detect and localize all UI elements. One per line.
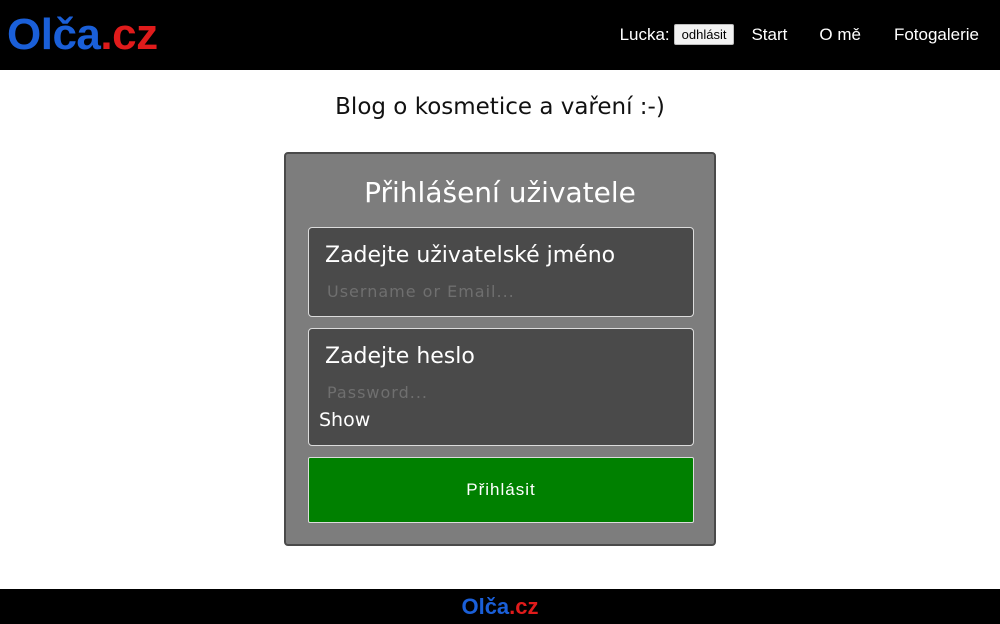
nav-start-link[interactable]: Start	[751, 25, 787, 45]
username-input[interactable]	[325, 278, 675, 304]
login-submit-button[interactable]: Přihlásit	[308, 457, 694, 523]
username-label: Zadejte uživatelské jméno	[325, 243, 616, 268]
site-tagline: Blog o kosmetice a vaření :-)	[335, 94, 665, 120]
password-field-box: Zadejte heslo Show	[308, 328, 694, 446]
footer: Olča.cz	[0, 589, 1000, 624]
top-navbar: Olča.cz Lucka: odhlásit Start O mě Fotog…	[0, 0, 1000, 70]
nav-about-link[interactable]: O mě	[819, 25, 861, 45]
logout-button[interactable]: odhlásit	[673, 24, 735, 45]
logo-name: Olča	[7, 10, 101, 59]
nav-gallery-link[interactable]: Fotogalerie	[894, 25, 979, 45]
site-logo[interactable]: Olča.cz	[7, 9, 158, 61]
logged-user-label: Lucka:	[619, 24, 670, 44]
logo-domain: .cz	[100, 10, 158, 59]
footer-logo-domain: .cz	[509, 594, 539, 619]
password-label: Zadejte heslo	[325, 344, 475, 369]
password-input[interactable]	[325, 379, 675, 405]
footer-logo[interactable]: Olča.cz	[461, 594, 538, 619]
username-field-box: Zadejte uživatelské jméno	[308, 227, 694, 317]
footer-logo-name: Olča	[461, 594, 510, 619]
login-panel: Přihlášení uživatele Zadejte uživatelské…	[284, 152, 716, 546]
main-nav: Lucka: odhlásit Start O mě Fotogalerie	[620, 24, 979, 45]
login-title: Přihlášení uživatele	[364, 176, 636, 209]
show-password-toggle[interactable]: Show	[319, 409, 370, 431]
